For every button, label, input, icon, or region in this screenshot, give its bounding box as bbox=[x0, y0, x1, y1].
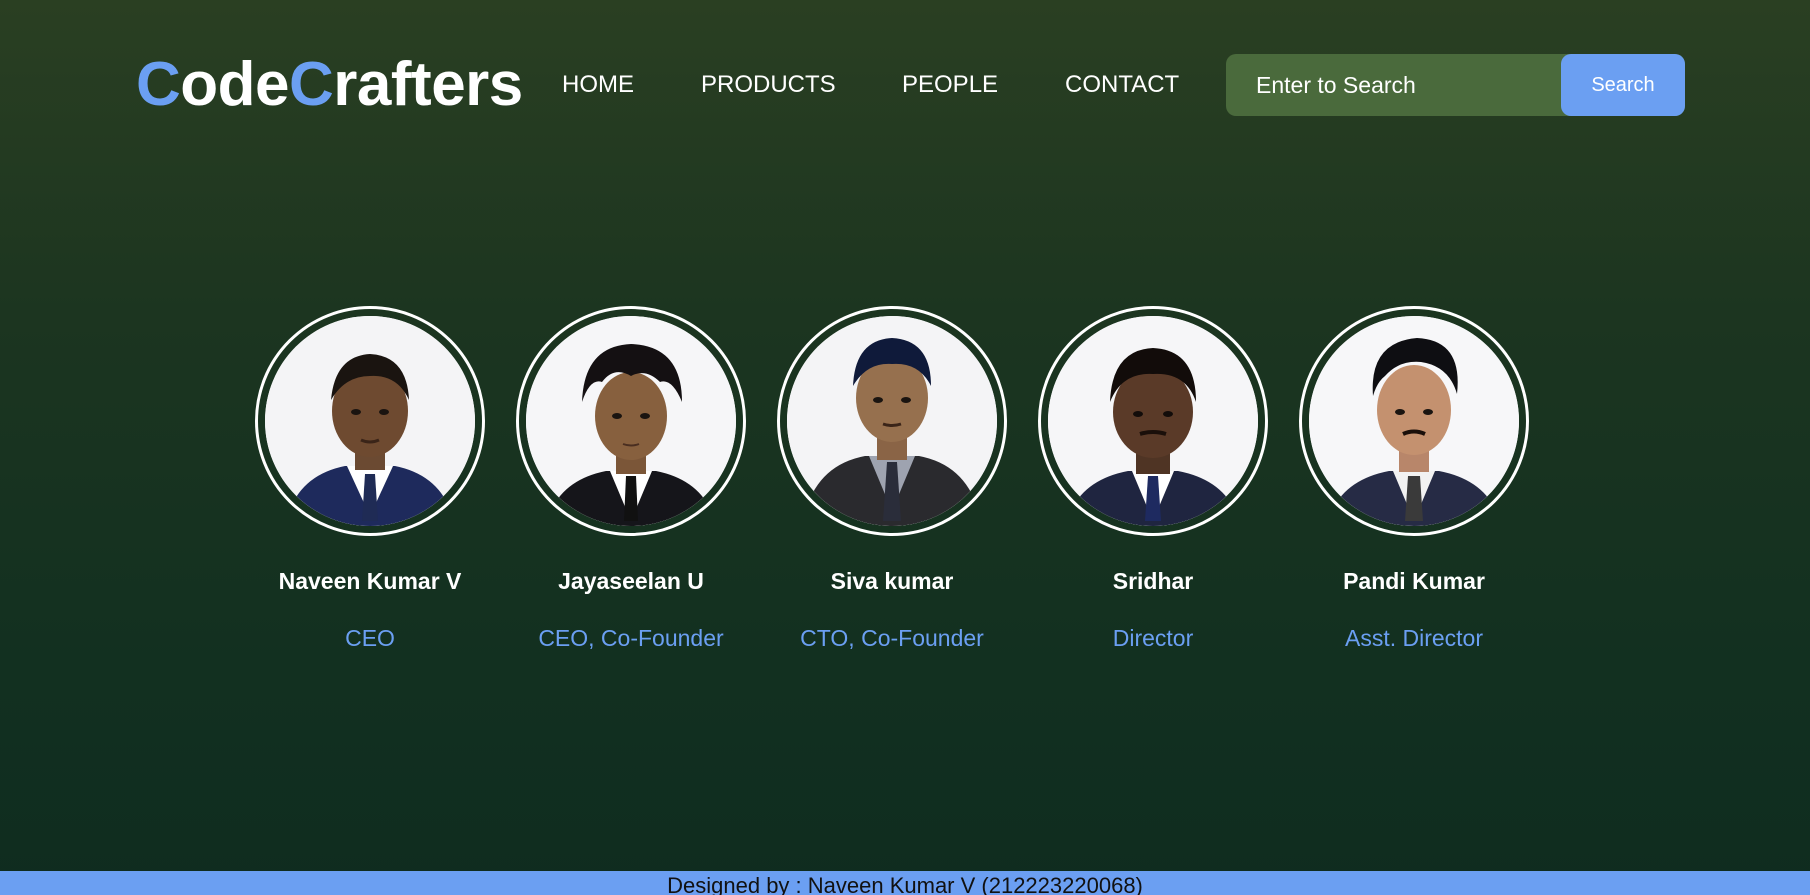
logo-letter-c1: C bbox=[136, 50, 181, 119]
footer-credit: Designed by : Naveen Kumar V (2122232200… bbox=[667, 873, 1143, 895]
portrait-icon bbox=[526, 316, 736, 526]
site-logo[interactable]: CodeCrafters bbox=[136, 48, 523, 122]
logo-text-ode: ode bbox=[180, 50, 290, 119]
avatar-ring bbox=[255, 306, 485, 536]
search-button[interactable]: Search bbox=[1561, 54, 1685, 116]
avatar-ring bbox=[777, 306, 1007, 536]
portrait-icon bbox=[265, 316, 475, 526]
person-role: CTO, Co-Founder bbox=[800, 625, 984, 651]
person-role: CEO, Co-Founder bbox=[538, 625, 724, 651]
logo-text-rafters: rafters bbox=[333, 50, 523, 119]
person-card: Siva kumar CTO, Co-Founder bbox=[772, 306, 1012, 653]
person-role: Director bbox=[1112, 625, 1194, 651]
person-role: Asst. Director bbox=[1344, 625, 1484, 651]
search-box: Search bbox=[1226, 54, 1685, 116]
person-card: Naveen Kumar V CEO bbox=[250, 306, 490, 653]
nav-people[interactable]: PEOPLE bbox=[902, 68, 998, 102]
nav-contact[interactable]: CONTACT bbox=[1065, 68, 1179, 102]
site-footer: Designed by : Naveen Kumar V (2122232200… bbox=[0, 871, 1810, 895]
person-photo bbox=[787, 316, 997, 526]
person-name: Naveen Kumar V bbox=[278, 568, 462, 594]
search-input[interactable] bbox=[1256, 54, 1546, 116]
portrait-icon bbox=[1309, 316, 1519, 526]
person-card: Pandi Kumar Asst. Director bbox=[1294, 306, 1534, 653]
nav-products[interactable]: PRODUCTS bbox=[701, 68, 836, 102]
person-role: CEO bbox=[345, 625, 395, 651]
person-photo bbox=[265, 316, 475, 526]
person-card: Sridhar Director bbox=[1033, 306, 1273, 653]
person-name: Sridhar bbox=[1112, 568, 1194, 594]
avatar-ring bbox=[1299, 306, 1529, 536]
logo-letter-c2: C bbox=[289, 50, 334, 119]
portrait-icon bbox=[787, 316, 997, 526]
person-name: Jayaseelan U bbox=[558, 568, 704, 594]
person-photo bbox=[1309, 316, 1519, 526]
site-header: CodeCrafters HOME PRODUCTS PEOPLE CONTAC… bbox=[0, 0, 1810, 170]
person-card: Jayaseelan U CEO, Co-Founder bbox=[511, 306, 751, 653]
avatar-ring bbox=[1038, 306, 1268, 536]
person-name: Pandi Kumar bbox=[1343, 568, 1485, 594]
person-photo bbox=[1048, 316, 1258, 526]
portrait-icon bbox=[1048, 316, 1258, 526]
people-section: Naveen Kumar V CEO Jayaseelan U CEO, Co-… bbox=[0, 306, 1810, 666]
person-name: Siva kumar bbox=[830, 568, 954, 594]
avatar-ring bbox=[516, 306, 746, 536]
nav-home[interactable]: HOME bbox=[562, 68, 634, 102]
person-photo bbox=[526, 316, 736, 526]
